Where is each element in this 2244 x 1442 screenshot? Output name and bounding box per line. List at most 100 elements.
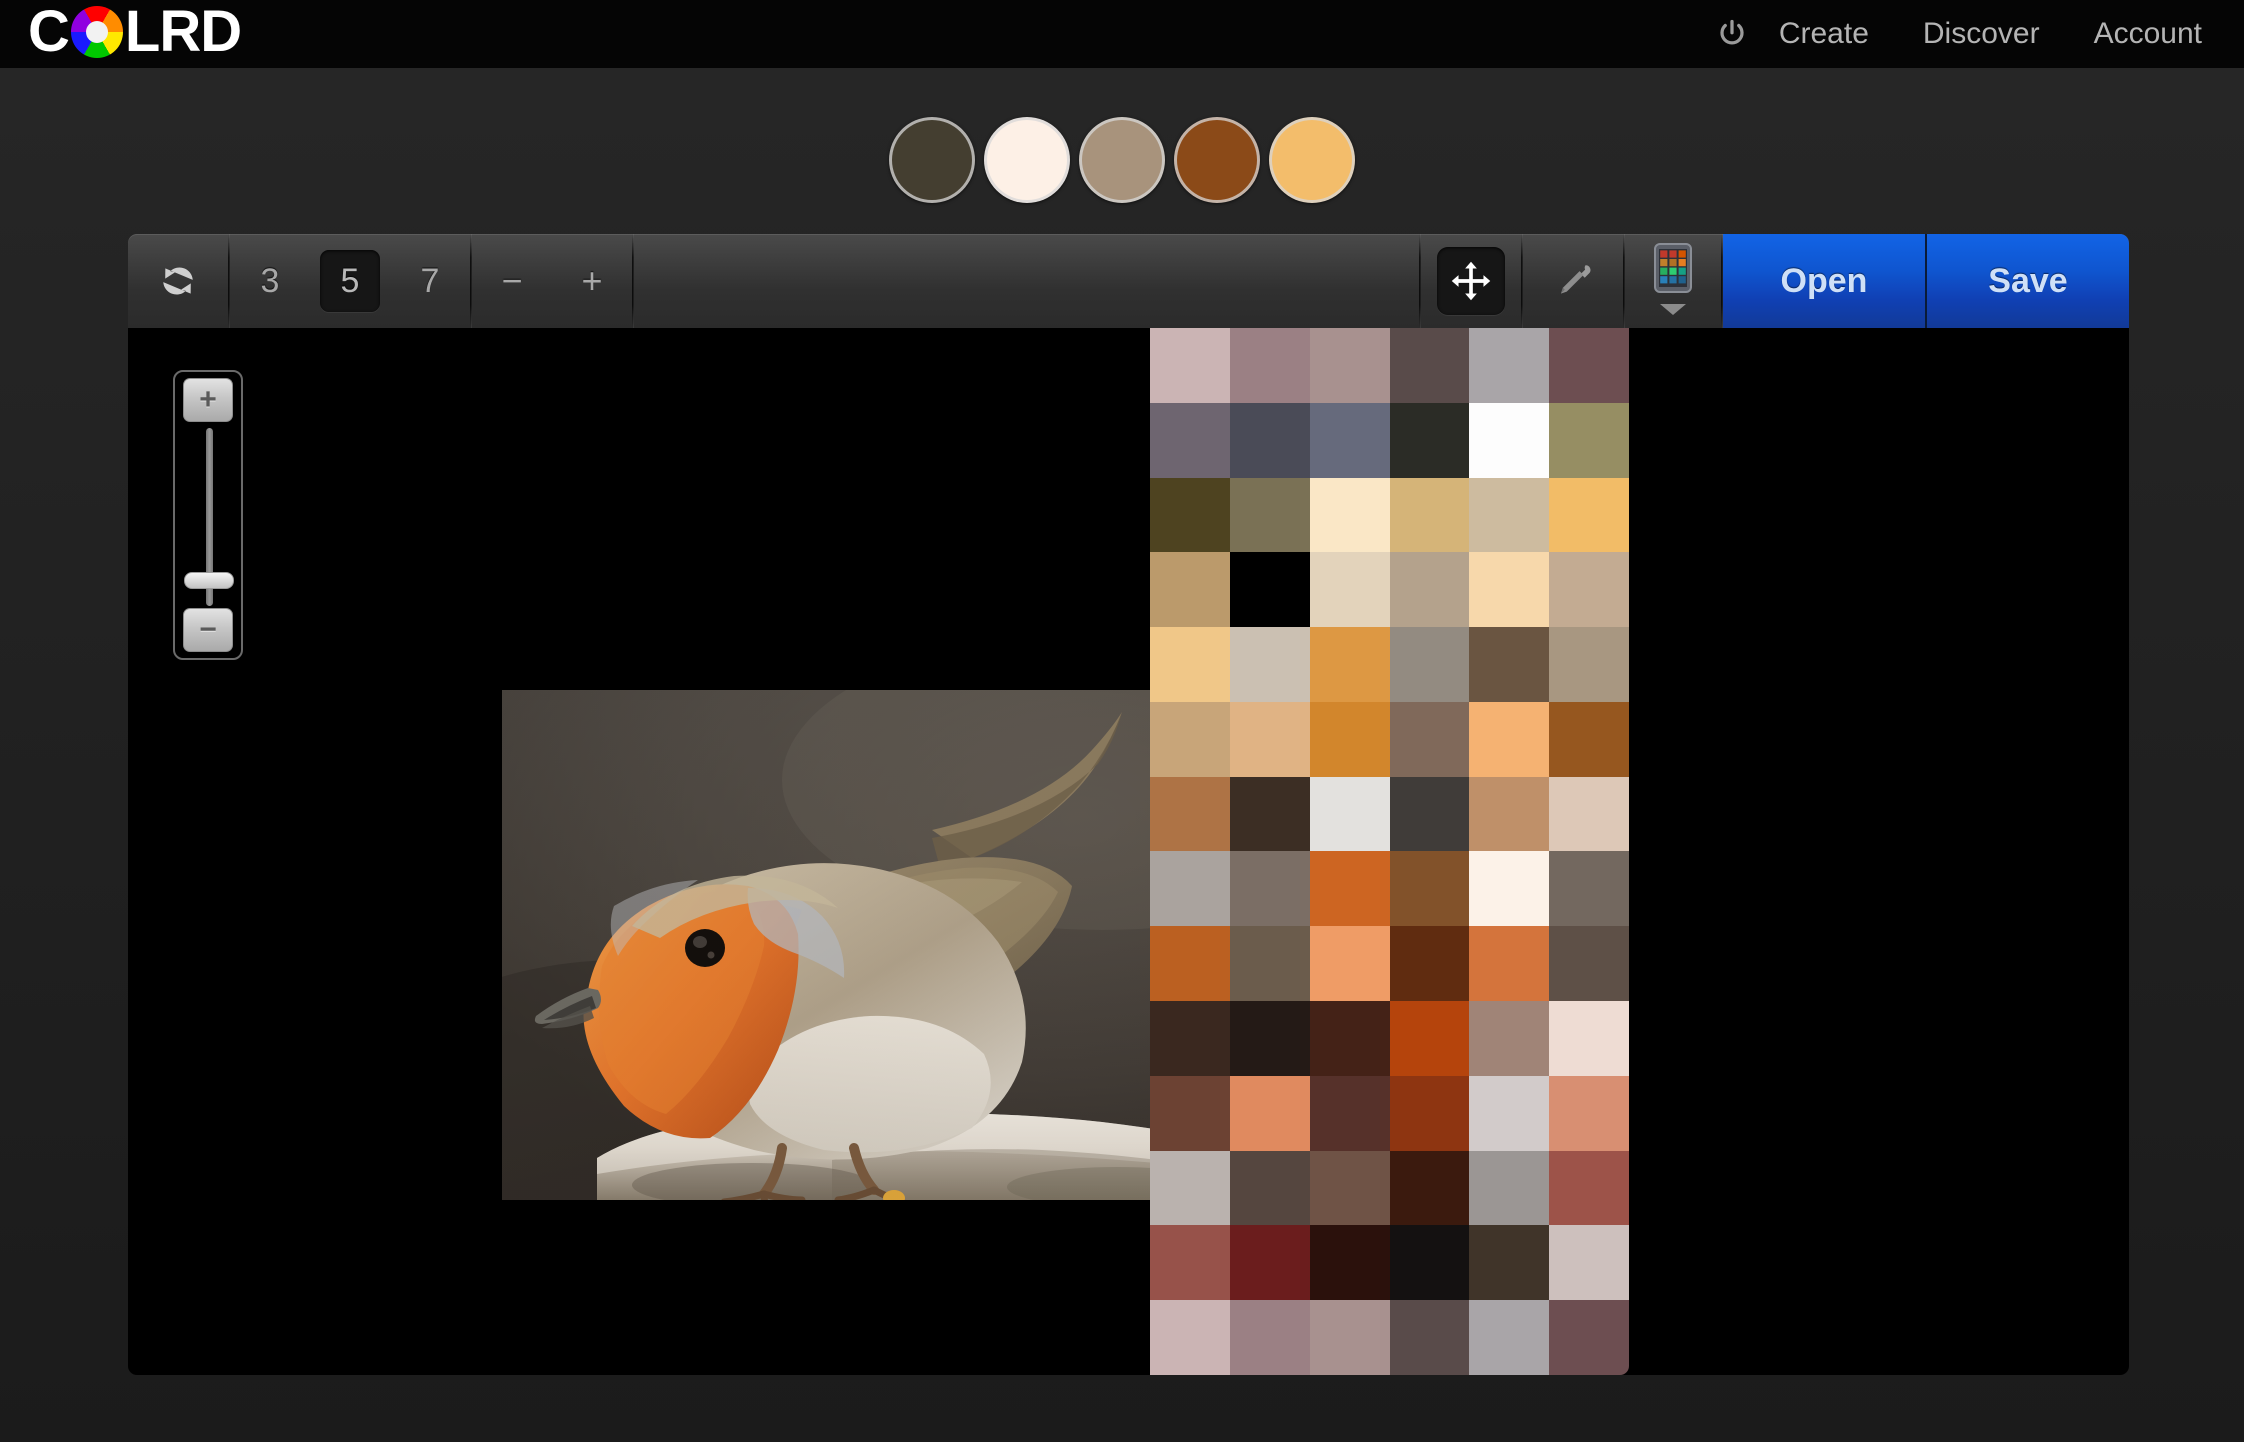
grid-cell[interactable] (1469, 1150, 1550, 1226)
grid-cell[interactable] (1229, 701, 1310, 777)
grid-cell[interactable] (1549, 1150, 1629, 1226)
grid-cell[interactable] (1309, 851, 1390, 927)
grid-cell[interactable] (1309, 1150, 1390, 1226)
grid-cell[interactable] (1309, 477, 1390, 553)
grid-cell[interactable] (1229, 402, 1310, 478)
grid-cell[interactable] (1549, 776, 1629, 852)
grid-cell[interactable] (1230, 552, 1310, 627)
grid-cell[interactable] (1309, 402, 1390, 478)
grid-cell[interactable] (1309, 328, 1390, 403)
color-grid-panel[interactable] (1150, 328, 1629, 1375)
grid-cell[interactable] (1229, 776, 1310, 852)
grid-cell[interactable] (1229, 477, 1310, 553)
grid-cell[interactable] (1229, 627, 1310, 702)
grid-cell[interactable] (1229, 926, 1310, 1002)
grid-cell[interactable] (1469, 701, 1550, 777)
grid-cell[interactable] (1389, 477, 1470, 553)
site-logo[interactable]: C LRD (28, 0, 242, 68)
grid-cell[interactable] (1389, 701, 1470, 777)
grid-cell[interactable] (1469, 627, 1550, 702)
swatch-count-5[interactable]: 5 (310, 234, 390, 328)
grid-cell[interactable] (1229, 1300, 1310, 1375)
grid-cell[interactable] (1469, 552, 1550, 628)
grid-cell[interactable] (1150, 328, 1230, 403)
grid-cell[interactable] (1389, 1001, 1470, 1076)
editor-canvas[interactable]: + − (128, 328, 2129, 1375)
grid-cell[interactable] (1150, 627, 1230, 702)
grid-cell[interactable] (1229, 1075, 1310, 1151)
grid-cell[interactable] (1150, 1225, 1230, 1301)
grid-cell[interactable] (1549, 328, 1629, 403)
color-grid-picker-button[interactable] (1625, 234, 1721, 328)
grid-cell[interactable] (1309, 1225, 1390, 1301)
zoom-in-button[interactable]: + (183, 378, 233, 422)
grid-cell[interactable] (1549, 627, 1629, 702)
grid-cell[interactable] (1389, 328, 1470, 403)
nav-item-account[interactable]: Account (2094, 0, 2202, 68)
nav-item-discover[interactable]: Discover (1923, 0, 2040, 68)
grid-cell[interactable] (1469, 1300, 1550, 1375)
grid-cell[interactable] (1469, 926, 1550, 1002)
grid-cell[interactable] (1150, 1075, 1230, 1151)
swatch-1[interactable] (889, 117, 975, 203)
grid-cell[interactable] (1549, 851, 1629, 927)
grid-cell[interactable] (1389, 776, 1470, 852)
swatch-5[interactable] (1269, 117, 1355, 203)
grid-cell[interactable] (1150, 552, 1230, 628)
swatch-2[interactable] (984, 117, 1070, 203)
grid-cell[interactable] (1150, 1300, 1230, 1375)
zoom-slider-handle[interactable] (184, 572, 234, 589)
save-button[interactable]: Save (1927, 234, 2129, 328)
grid-cell[interactable] (1150, 851, 1230, 927)
swatch-3[interactable] (1079, 117, 1165, 203)
grid-cell[interactable] (1469, 1075, 1550, 1151)
eyedropper-tool-button[interactable] (1523, 234, 1623, 328)
grid-cell[interactable] (1150, 926, 1230, 1002)
swatch-count-3[interactable]: 3 (230, 234, 310, 328)
grid-cell[interactable] (1150, 402, 1230, 478)
grid-cell[interactable] (1389, 552, 1470, 628)
power-icon[interactable] (1717, 19, 1747, 49)
grid-cell[interactable] (1229, 851, 1310, 927)
grid-cell[interactable] (1309, 776, 1390, 852)
open-button[interactable]: Open (1723, 234, 1925, 328)
grid-cell[interactable] (1229, 328, 1310, 403)
nav-item-create[interactable]: Create (1779, 0, 1869, 68)
grid-cell[interactable] (1469, 477, 1550, 553)
grid-cell[interactable] (1389, 851, 1470, 927)
grid-cell[interactable] (1469, 1001, 1550, 1076)
grid-cell[interactable] (1150, 1001, 1230, 1076)
grid-cell[interactable] (1229, 1150, 1310, 1226)
grid-cell[interactable] (1389, 627, 1470, 702)
grid-cell[interactable] (1549, 1075, 1629, 1151)
grid-cell[interactable] (1150, 477, 1230, 553)
grid-cell[interactable] (1309, 627, 1390, 702)
zoom-out-button[interactable]: − (183, 608, 233, 652)
grid-cell[interactable] (1309, 1001, 1390, 1076)
grid-cell[interactable] (1469, 776, 1550, 852)
grid-cell[interactable] (1469, 1225, 1550, 1301)
grid-cell[interactable] (1309, 926, 1390, 1002)
grid-cell[interactable] (1549, 477, 1629, 553)
grid-cell[interactable] (1389, 1225, 1470, 1301)
grid-cell[interactable] (1549, 1225, 1629, 1301)
grid-cell[interactable] (1150, 1150, 1230, 1226)
swatch-4[interactable] (1174, 117, 1260, 203)
grid-cell[interactable] (1309, 552, 1390, 628)
grid-cell[interactable] (1309, 1300, 1390, 1375)
decrease-button[interactable]: − (472, 234, 552, 328)
grid-cell[interactable] (1469, 402, 1550, 478)
move-tool-button[interactable] (1421, 234, 1521, 328)
grid-cell[interactable] (1549, 926, 1629, 1002)
grid-cell[interactable] (1469, 328, 1550, 403)
grid-cell[interactable] (1389, 1300, 1470, 1375)
grid-cell[interactable] (1389, 1150, 1470, 1226)
grid-cell[interactable] (1309, 701, 1390, 777)
grid-cell[interactable] (1469, 851, 1550, 927)
swatch-count-7[interactable]: 7 (390, 234, 470, 328)
grid-cell[interactable] (1549, 402, 1629, 478)
grid-cell[interactable] (1389, 1075, 1470, 1151)
refresh-palette-button[interactable] (128, 234, 228, 328)
grid-cell[interactable] (1150, 776, 1230, 852)
grid-cell[interactable] (1150, 701, 1230, 777)
